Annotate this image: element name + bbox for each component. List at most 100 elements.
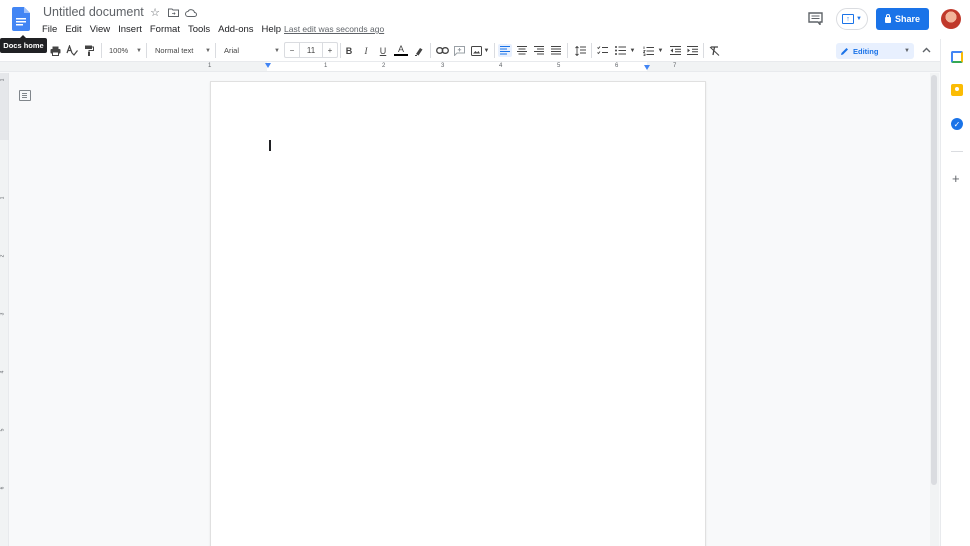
menu-add-ons[interactable]: Add-ons	[214, 23, 257, 36]
menu-tools[interactable]: Tools	[184, 23, 214, 36]
bold-button[interactable]: B	[344, 44, 354, 57]
menu-bar: File Edit View Insert Format Tools Add-o…	[38, 23, 285, 36]
ruler-label: 2	[382, 63, 386, 69]
present-icon: ↑	[842, 14, 855, 24]
paragraph-style-dropdown[interactable]: Normal text ▼	[155, 44, 211, 57]
zoom-dropdown[interactable]: 100% ▼	[109, 44, 142, 57]
title-icons: ☆	[149, 6, 197, 19]
zoom-value: 100%	[109, 46, 129, 55]
justify-button[interactable]	[549, 44, 563, 57]
document-outline-icon[interactable]	[19, 90, 31, 101]
pencil-icon	[841, 47, 848, 55]
avatar[interactable]	[941, 9, 961, 29]
decrease-font-size-button[interactable]: −	[285, 43, 299, 57]
menu-file[interactable]: File	[38, 23, 61, 36]
ruler-label: 1	[324, 63, 328, 69]
print-icon[interactable]	[49, 44, 61, 57]
menu-edit[interactable]: Edit	[61, 23, 85, 36]
menu-insert[interactable]: Insert	[114, 23, 146, 36]
font-size-input[interactable]: 11	[299, 43, 323, 57]
chevron-down-icon: ▼	[205, 47, 211, 54]
image-icon	[470, 45, 482, 56]
ruler-label: 1	[208, 63, 212, 69]
decrease-indent-icon[interactable]	[668, 44, 682, 57]
get-add-ons-icon[interactable]: +	[952, 171, 960, 186]
ruler-label: 5	[557, 63, 561, 69]
calendar-icon[interactable]	[951, 51, 963, 63]
ruler-label: 6	[0, 487, 5, 490]
line-spacing-icon[interactable]	[573, 44, 587, 57]
divider	[951, 151, 963, 152]
divider	[430, 43, 431, 58]
increase-font-size-button[interactable]: +	[323, 43, 337, 57]
ruler-label: 1	[0, 197, 5, 200]
docs-home-tooltip: Docs home	[0, 35, 47, 53]
star-icon[interactable]: ☆	[149, 6, 161, 19]
paint-format-icon[interactable]	[83, 44, 95, 57]
chevron-down-icon: ▼	[657, 47, 664, 54]
text-color-button[interactable]: A	[394, 44, 408, 57]
share-button[interactable]: Share	[876, 8, 929, 30]
ruler-label: 3	[441, 63, 445, 69]
align-right-button[interactable]	[532, 44, 546, 57]
chevron-down-icon: ▼	[274, 47, 280, 54]
text-color-icon: A	[397, 43, 404, 54]
divider	[703, 43, 704, 58]
insert-link-icon[interactable]	[435, 44, 449, 57]
cloud-status-icon[interactable]	[185, 6, 197, 18]
italic-button[interactable]: I	[361, 44, 371, 57]
underline-button[interactable]: U	[378, 44, 388, 57]
bulleted-list-button[interactable]: ▼	[613, 44, 637, 57]
add-comment-icon[interactable]	[453, 44, 465, 57]
increase-indent-icon[interactable]	[685, 44, 699, 57]
tasks-icon[interactable]: ✓	[951, 118, 963, 130]
ruler-label: 2	[0, 255, 5, 258]
divider	[494, 43, 495, 58]
scrollbar-thumb[interactable]	[931, 75, 937, 485]
divider	[567, 43, 568, 58]
font-value: Arial	[224, 46, 240, 55]
style-value: Normal text	[155, 46, 194, 55]
vertical-ruler[interactable]: 1 1 2 3 4 5 6	[0, 73, 9, 546]
divider	[146, 43, 147, 58]
font-dropdown[interactable]: Arial ▼	[224, 44, 280, 57]
docs-logo-icon[interactable]	[12, 7, 30, 31]
menu-view[interactable]: View	[86, 23, 114, 36]
highlight-color-icon[interactable]	[413, 44, 425, 57]
ruler-label: 6	[615, 63, 619, 69]
numbered-list-button[interactable]: ▼	[641, 44, 665, 57]
editing-mode-label: Editing	[853, 46, 879, 56]
menu-format[interactable]: Format	[146, 23, 184, 36]
present-button[interactable]: ↑ ▼	[836, 8, 868, 30]
last-edit-link[interactable]: Last edit was seconds ago	[284, 24, 384, 34]
menu-help[interactable]: Help	[258, 23, 286, 36]
side-panel: ✓ +	[940, 39, 970, 546]
clear-formatting-icon[interactable]	[708, 44, 721, 57]
align-left-icon	[500, 46, 510, 55]
ruler-label: 5	[0, 429, 5, 432]
chevron-down-icon: ▼	[904, 48, 910, 54]
checklist-icon[interactable]	[596, 44, 609, 57]
comment-history-icon[interactable]	[808, 12, 823, 25]
document-page[interactable]	[210, 81, 706, 546]
text-cursor	[269, 140, 271, 151]
bulleted-list-icon	[614, 46, 626, 55]
align-center-icon	[517, 46, 527, 55]
move-folder-icon[interactable]	[167, 6, 179, 18]
divider	[101, 43, 102, 58]
horizontal-ruler[interactable]: 1 1 2 3 4 5 6 7	[0, 62, 940, 72]
document-title[interactable]: Untitled document	[43, 5, 144, 19]
align-left-button[interactable]	[498, 44, 512, 57]
ruler-label: 7	[673, 63, 677, 69]
spellcheck-icon[interactable]	[66, 44, 78, 57]
collapse-menus-icon[interactable]	[922, 45, 931, 55]
font-size-control: − 11 +	[284, 42, 338, 58]
align-center-button[interactable]	[515, 44, 529, 57]
insert-image-button[interactable]: ▼	[470, 44, 490, 57]
docs-app: Untitled document ☆ File Edit View Inser…	[0, 0, 970, 546]
divider	[591, 43, 592, 58]
divider	[215, 43, 216, 58]
vertical-scrollbar[interactable]	[930, 73, 939, 546]
keep-icon[interactable]	[951, 84, 963, 96]
editing-mode-dropdown[interactable]: Editing ▼	[836, 43, 914, 59]
